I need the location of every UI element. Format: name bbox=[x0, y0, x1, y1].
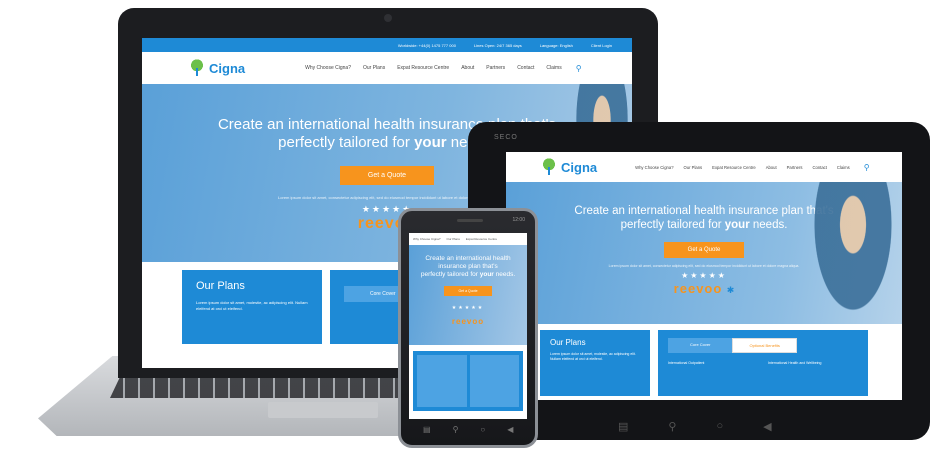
menu-icon[interactable]: ▤ bbox=[423, 425, 431, 434]
nav-partners[interactable]: Partners bbox=[787, 165, 803, 170]
search-icon[interactable]: ⚲ bbox=[453, 425, 459, 434]
tab-core-cover[interactable]: Core Cover bbox=[668, 338, 733, 353]
phone-nav-buttons: ▤ ⚲ ○ ◀ bbox=[423, 425, 513, 434]
nav-our-plans[interactable]: Our Plans bbox=[684, 165, 703, 170]
nav-expat-resource[interactable]: Expat Resource Centre bbox=[712, 165, 756, 170]
hero-banner: Create an international health insurance… bbox=[409, 245, 527, 345]
cover-tabs-card: Core Cover Optional Benefits Internation… bbox=[658, 330, 868, 396]
plans-section bbox=[413, 351, 523, 411]
nav-about[interactable]: About bbox=[461, 65, 474, 71]
nav-claims[interactable]: Claims bbox=[546, 65, 561, 71]
hero-headline: Create an international health insurance… bbox=[574, 205, 834, 231]
get-quote-button[interactable]: Get a Quote bbox=[444, 286, 492, 296]
nav-expat-resource[interactable]: Expat Resource Centre bbox=[466, 237, 497, 241]
plans-title: Our Plans bbox=[196, 280, 245, 292]
nav-partners[interactable]: Partners bbox=[486, 65, 505, 71]
search-icon[interactable]: ⚲ bbox=[576, 64, 582, 73]
phone-speaker bbox=[457, 219, 483, 222]
nav-expat-resource[interactable]: Expat Resource Centre bbox=[397, 65, 449, 71]
nav-our-plans[interactable]: Our Plans bbox=[363, 65, 385, 71]
nav-why-choose[interactable]: Why Choose Cigna? bbox=[305, 65, 351, 71]
nav-contact[interactable]: Contact bbox=[517, 65, 534, 71]
tablet-navbar: Cigna Why Choose Cigna? Our Plans Expat … bbox=[506, 152, 902, 182]
search-icon[interactable]: ⚲ bbox=[864, 163, 870, 172]
back-icon[interactable]: ◀ bbox=[507, 425, 513, 434]
logo-text: Cigna bbox=[561, 159, 598, 175]
col-health-wellbeing: International Health and Wellbeing bbox=[768, 361, 822, 365]
reevoo-star-icon: ✱ bbox=[726, 285, 735, 295]
col-international-outpatient: International Outpatient bbox=[668, 361, 705, 365]
home-icon[interactable]: ○ bbox=[716, 420, 723, 433]
reevoo-badge[interactable]: reevoo bbox=[409, 311, 527, 329]
nav-why-choose[interactable]: Why Choose Cigna? bbox=[635, 165, 673, 170]
hero-headline: Create an international health insurance… bbox=[420, 255, 516, 278]
nav-our-plans[interactable]: Our Plans bbox=[447, 237, 460, 241]
hero-small-text: Lorem ipsum dolor sit amet, consectetur … bbox=[608, 264, 800, 268]
nav-contact[interactable]: Contact bbox=[812, 165, 826, 170]
main-navbar: Cigna Why Choose Cigna? Our Plans Expat … bbox=[142, 52, 632, 84]
nav-menu: Why Choose Cigna? Our Plans Expat Resour… bbox=[305, 65, 562, 71]
tablet-brand-label: SECO bbox=[494, 134, 518, 141]
plan-column bbox=[469, 355, 519, 407]
tablet-screen: Cigna Why Choose Cigna? Our Plans Expat … bbox=[506, 152, 902, 400]
client-login-link[interactable]: Client Login bbox=[591, 43, 612, 48]
cigna-logo[interactable]: Cigna bbox=[188, 59, 245, 77]
hero-person-image bbox=[808, 182, 898, 324]
tree-logo-icon bbox=[188, 59, 206, 77]
camera-icon bbox=[384, 14, 392, 22]
nav-why-choose[interactable]: Why Choose Cigna? bbox=[413, 237, 441, 241]
menu-icon[interactable]: ▤ bbox=[618, 420, 628, 433]
search-icon[interactable]: ⚲ bbox=[668, 420, 676, 433]
nav-about[interactable]: About bbox=[766, 165, 777, 170]
get-quote-button[interactable]: Get a Quote bbox=[339, 166, 435, 185]
plans-section: Our Plans Lorem ipsum dolor sit amet, mo… bbox=[506, 324, 902, 400]
get-quote-button[interactable]: Get a Quote bbox=[663, 242, 745, 258]
cigna-logo[interactable]: Cigna bbox=[540, 158, 597, 176]
language-select[interactable]: Language: English bbox=[540, 43, 573, 48]
top-contact-bar: Worldwide: +44(0) 1475 777 000 Lines Ope… bbox=[142, 38, 632, 52]
plans-body: Lorem ipsum dolor sit amet, molestie, ac… bbox=[196, 300, 308, 311]
back-icon[interactable]: ◀ bbox=[763, 420, 771, 433]
tablet-nav-buttons: ▤ ⚲ ○ ◀ bbox=[618, 420, 772, 433]
nav-menu: Why Choose Cigna? Our Plans Expat Resour… bbox=[635, 165, 850, 170]
plans-title: Our Plans bbox=[550, 338, 586, 347]
worldwide-phone[interactable]: Worldwide: +44(0) 1475 777 000 bbox=[398, 43, 456, 48]
logo-text: Cigna bbox=[209, 60, 246, 76]
nav-claims[interactable]: Claims bbox=[837, 165, 850, 170]
our-plans-card: Our Plans Lorem ipsum dolor sit amet, mo… bbox=[540, 330, 650, 396]
phone-screen: Why Choose Cigna? Our Plans Expat Resour… bbox=[409, 233, 527, 419]
tree-logo-icon bbox=[540, 158, 558, 176]
lines-open: Lines Open: 24/7 365 days bbox=[473, 42, 522, 48]
phone: 12:00 Why Choose Cigna? Our Plans Expat … bbox=[398, 208, 538, 448]
tab-optional-benefits[interactable]: Optional Benefits bbox=[732, 338, 797, 353]
phone-nav-menu: Why Choose Cigna? Our Plans Expat Resour… bbox=[409, 233, 527, 245]
phone-status-time: 12:00 bbox=[512, 217, 525, 223]
laptop-trackpad bbox=[268, 402, 378, 418]
home-icon[interactable]: ○ bbox=[480, 425, 485, 434]
hero-banner: Create an international health insurance… bbox=[506, 182, 902, 324]
plan-column bbox=[417, 355, 467, 407]
our-plans-card: Our Plans Lorem ipsum dolor sit amet, mo… bbox=[182, 270, 322, 344]
plans-body: Lorem ipsum dolor sit amet, molestie, ac… bbox=[550, 352, 636, 361]
